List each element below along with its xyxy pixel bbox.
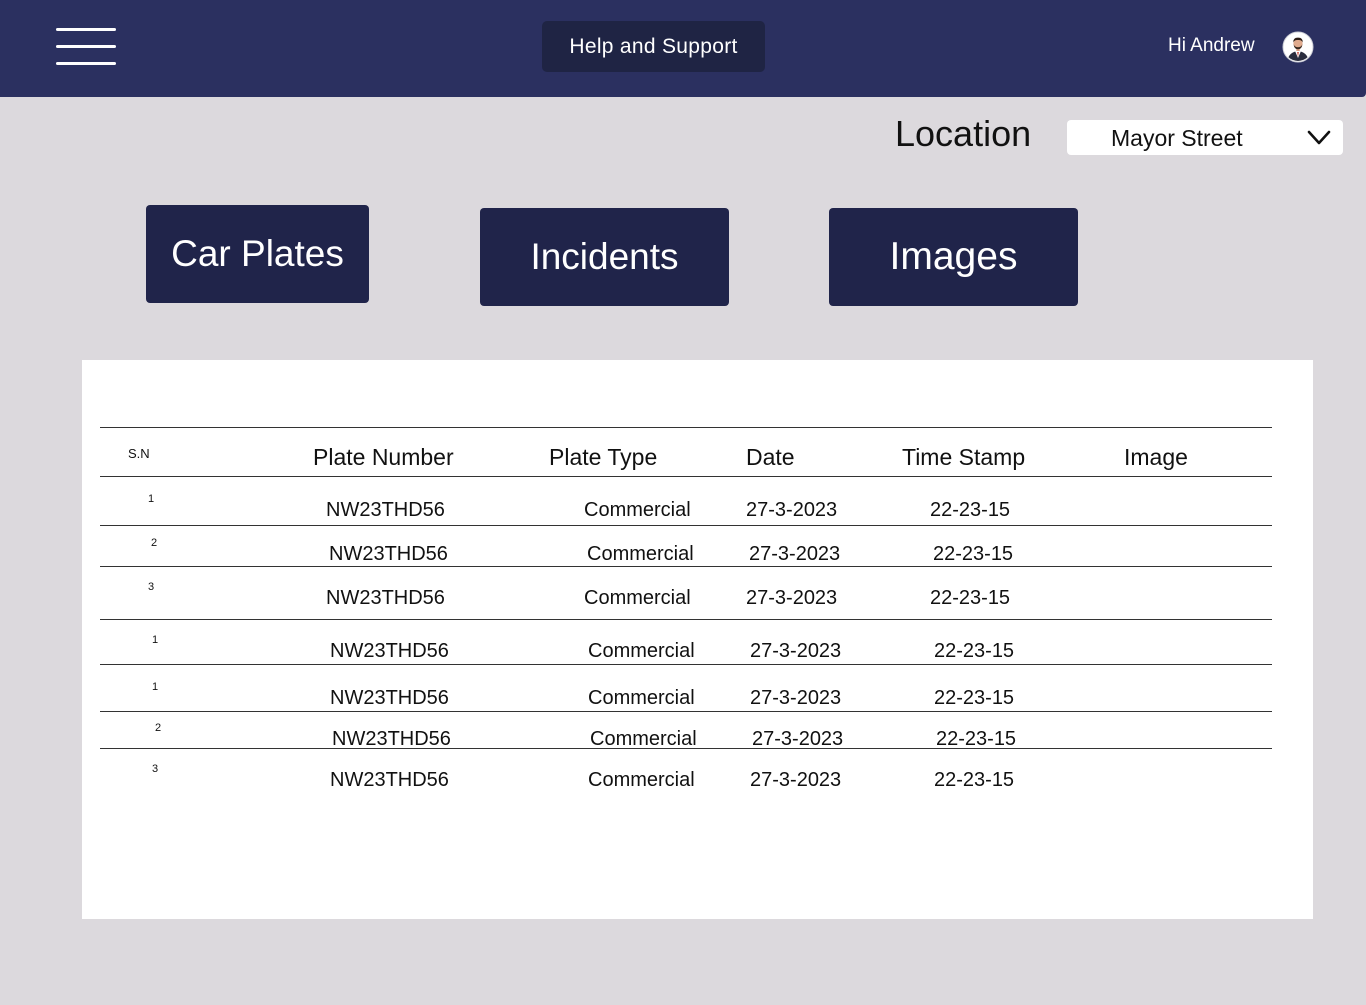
table-divider [100, 711, 1272, 712]
cell-plate-number: NW23THD56 [329, 543, 448, 565]
column-header-image: Image [1124, 444, 1188, 470]
cell-sn: 1 [148, 493, 155, 505]
hamburger-menu-icon[interactable] [56, 28, 116, 66]
cell-time-stamp: 22-23-15 [934, 640, 1015, 662]
column-header-sn: S.N [128, 446, 150, 461]
cell-plate-number: NW23THD56 [326, 499, 445, 521]
cell-plate-type: Commercial [588, 687, 695, 709]
cell-plate-number: NW23THD56 [330, 687, 449, 709]
car-plates-button[interactable]: Car Plates [146, 205, 369, 303]
cell-sn: 3 [152, 763, 159, 775]
cell-sn: 1 [152, 681, 159, 693]
cell-date: 27-3-2023 [749, 543, 841, 565]
cell-plate-number: NW23THD56 [326, 587, 445, 609]
location-dropdown[interactable]: Mayor Street [1067, 120, 1343, 155]
location-selected-value: Mayor Street [1111, 125, 1243, 151]
column-header-plate-type: Plate Type [549, 444, 658, 470]
cell-time-stamp: 22-23-15 [930, 587, 1011, 609]
column-header-plate-number: Plate Number [313, 444, 454, 470]
cell-sn: 3 [148, 581, 155, 593]
cell-time-stamp: 22-23-15 [934, 769, 1015, 791]
table-divider [100, 427, 1272, 428]
table-divider [100, 566, 1272, 567]
column-header-time-stamp: Time Stamp [902, 444, 1026, 470]
cell-date: 27-3-2023 [750, 769, 842, 791]
cell-plate-type: Commercial [588, 769, 695, 791]
table-row[interactable]: 1 NW23THD56 Commercial 27-3-2023 22-23-15 [82, 681, 1313, 727]
cell-sn: 1 [152, 634, 159, 646]
cell-date: 27-3-2023 [746, 499, 838, 521]
help-support-button[interactable]: Help and Support [542, 21, 765, 72]
cell-time-stamp: 22-23-15 [934, 687, 1015, 709]
user-greeting: Hi Andrew [1168, 35, 1255, 56]
images-button[interactable]: Images [829, 208, 1078, 306]
data-table-panel: S.N Plate Number Plate Type Date Time St… [82, 360, 1313, 919]
cell-plate-type: Commercial [584, 499, 691, 521]
cell-time-stamp: 22-23-15 [933, 543, 1014, 565]
table-divider [100, 748, 1272, 749]
cell-plate-number: NW23THD56 [330, 769, 449, 791]
cell-plate-type: Commercial [588, 640, 695, 662]
table-divider [100, 525, 1272, 526]
chevron-down-icon[interactable] [1307, 129, 1331, 146]
cell-plate-number: NW23THD56 [330, 640, 449, 662]
cell-date: 27-3-2023 [746, 587, 838, 609]
table-divider [100, 476, 1272, 477]
table-row[interactable]: 3 NW23THD56 Commercial 27-3-2023 22-23-15 [82, 581, 1313, 627]
cell-plate-type: Commercial [587, 543, 694, 565]
user-avatar-icon[interactable] [1282, 31, 1314, 63]
cell-time-stamp: 22-23-15 [930, 499, 1011, 521]
table-row[interactable]: 2 NW23THD56 Commercial 27-3-2023 22-23-15 [82, 537, 1313, 583]
table-row[interactable]: 1 NW23THD56 Commercial 27-3-2023 22-23-15 [82, 634, 1313, 680]
cell-plate-type: Commercial [584, 587, 691, 609]
cell-sn: 2 [155, 722, 162, 734]
incidents-button[interactable]: Incidents [480, 208, 729, 306]
table-row[interactable]: 3 NW23THD56 Commercial 27-3-2023 22-23-15 [82, 763, 1313, 809]
table-divider [100, 664, 1272, 665]
cell-date: 27-3-2023 [750, 640, 842, 662]
cell-date: 27-3-2023 [750, 687, 842, 709]
cell-sn: 2 [151, 537, 158, 549]
top-header: Help and Support Hi Andrew [0, 0, 1366, 97]
table-row[interactable]: 1 NW23THD56 Commercial 27-3-2023 22-23-15 [82, 493, 1313, 539]
table-divider [100, 619, 1272, 620]
location-label: Location [895, 113, 1032, 154]
column-header-date: Date [746, 444, 795, 470]
